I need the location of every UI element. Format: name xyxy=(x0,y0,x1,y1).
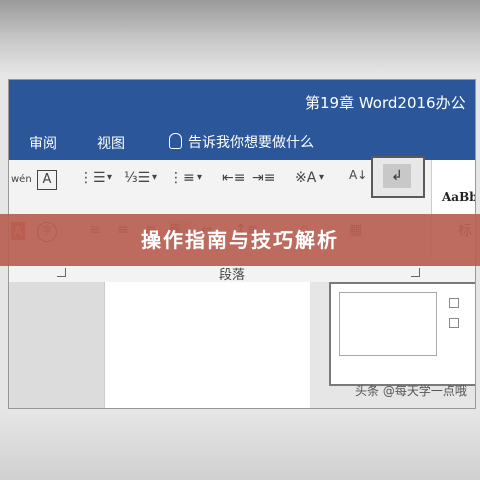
text-direction-dropdown-icon[interactable]: ▾ xyxy=(319,172,324,183)
document-page[interactable] xyxy=(104,282,310,408)
numbering-icon[interactable]: ⅓☰ xyxy=(124,170,150,186)
paragraph-dialog-launcher[interactable] xyxy=(411,268,420,277)
increase-indent-icon[interactable]: ⇥≡ xyxy=(252,170,275,186)
tell-me-search[interactable]: 告诉我你想要做什么 xyxy=(169,132,314,152)
styles-pane xyxy=(329,282,475,386)
sort-az-icon[interactable]: A↓ xyxy=(349,168,367,182)
tab-view[interactable]: 视图 xyxy=(97,133,125,153)
character-border-icon[interactable]: A xyxy=(37,170,57,190)
multilevel-dropdown-icon[interactable]: ▾ xyxy=(197,172,202,183)
return-arrow-icon: ↲ xyxy=(383,164,411,188)
ribbon-tab-bar: 审阅 视图 告诉我你想要做什么 xyxy=(9,124,475,160)
lightbulb-icon xyxy=(169,133,182,149)
decrease-indent-icon[interactable]: ⇤≡ xyxy=(222,170,245,186)
banner-title: 操作指南与技巧解析 xyxy=(141,228,339,252)
window-title: 第19章 Word2016办公 xyxy=(305,94,466,112)
style-sample-normal: AaBb xyxy=(442,190,476,204)
text-direction-icon[interactable]: ※A xyxy=(295,170,316,186)
phonetic-guide-icon[interactable]: wén xyxy=(11,174,32,185)
left-margin xyxy=(9,282,104,408)
show-formatting-marks-button[interactable]: ↲ xyxy=(371,156,425,198)
tab-review[interactable]: 审阅 xyxy=(29,133,57,153)
preview-box xyxy=(339,292,437,356)
multilevel-list-icon[interactable]: ⋮≡ xyxy=(169,170,195,186)
watermark: 头条 @每天学一点哦 xyxy=(355,384,467,398)
tell-me-text: 告诉我你想要做什么 xyxy=(188,135,314,151)
bullets-dropdown-icon[interactable]: ▾ xyxy=(107,172,112,183)
ribbon-group-labels: 段落 xyxy=(9,264,475,283)
checkbox[interactable] xyxy=(449,298,459,308)
checkbox[interactable] xyxy=(449,318,459,328)
font-dialog-launcher[interactable] xyxy=(57,268,66,277)
title-bar: 第19章 Word2016办公 xyxy=(9,80,475,124)
bullets-icon[interactable]: ⋮☰ xyxy=(79,170,106,186)
paragraph-group-label: 段落 xyxy=(219,268,246,283)
numbering-dropdown-icon[interactable]: ▾ xyxy=(152,172,157,183)
